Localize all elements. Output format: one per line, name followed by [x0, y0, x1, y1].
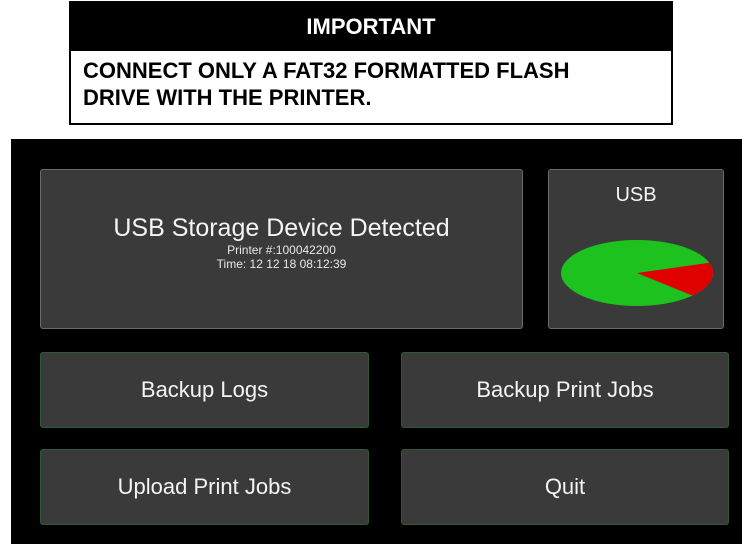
quit-button[interactable]: Quit [401, 449, 729, 525]
backup-print-jobs-button[interactable]: Backup Print Jobs [401, 352, 729, 428]
usb-capacity-pie [561, 240, 714, 306]
important-notice: IMPORTANT CONNECT ONLY A FAT32 FORMATTED… [69, 1, 673, 125]
status-panel: USB Storage Device Detected Printer #:10… [40, 169, 523, 329]
printer-screen: USB Storage Device Detected Printer #:10… [11, 139, 742, 544]
printer-number: Printer #:100042200 [227, 243, 336, 257]
notice-body-line-2: DRIVE WITH THE PRINTER. [83, 85, 372, 110]
notice-body-line-1: CONNECT ONLY A FAT32 FORMATTED FLASH [83, 58, 570, 83]
backup-logs-button[interactable]: Backup Logs [40, 352, 369, 428]
status-title: USB Storage Device Detected [113, 214, 450, 242]
notice-header: IMPORTANT [71, 3, 671, 51]
upload-print-jobs-button[interactable]: Upload Print Jobs [40, 449, 369, 525]
timestamp: Time: 12 12 18 08:12:39 [216, 257, 347, 271]
usb-status-panel: USB [548, 169, 724, 329]
usb-label: USB [615, 184, 657, 206]
notice-body: CONNECT ONLY A FAT32 FORMATTED FLASH DRI… [71, 51, 671, 111]
